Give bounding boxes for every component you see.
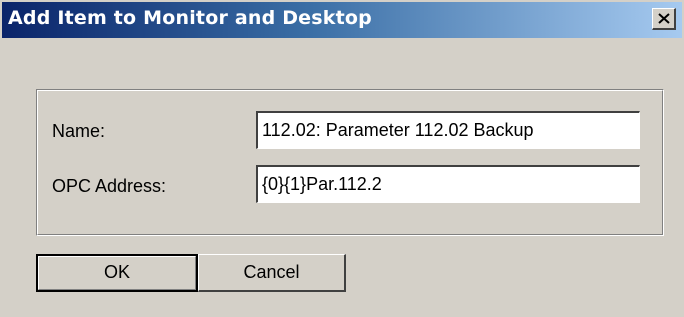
ok-button[interactable]: OK (36, 254, 198, 292)
add-item-dialog: Add Item to Monitor and Desktop Name: 11… (0, 0, 684, 317)
cancel-button[interactable]: Cancel (198, 254, 346, 292)
name-label: Name: (52, 121, 106, 141)
close-icon (658, 13, 670, 24)
cancel-button-label: Cancel (243, 262, 300, 282)
opc-address-field[interactable]: {0}{1}Par.112.2 (256, 165, 640, 203)
title-bar[interactable]: Add Item to Monitor and Desktop (2, 2, 682, 38)
ok-button-label: OK (103, 262, 130, 282)
opc-address-label: OPC Address: (52, 176, 167, 196)
close-button[interactable] (652, 8, 676, 30)
window-title: Add Item to Monitor and Desktop (8, 7, 372, 29)
name-field[interactable]: 112.02: Parameter 112.02 Backup (256, 111, 640, 149)
